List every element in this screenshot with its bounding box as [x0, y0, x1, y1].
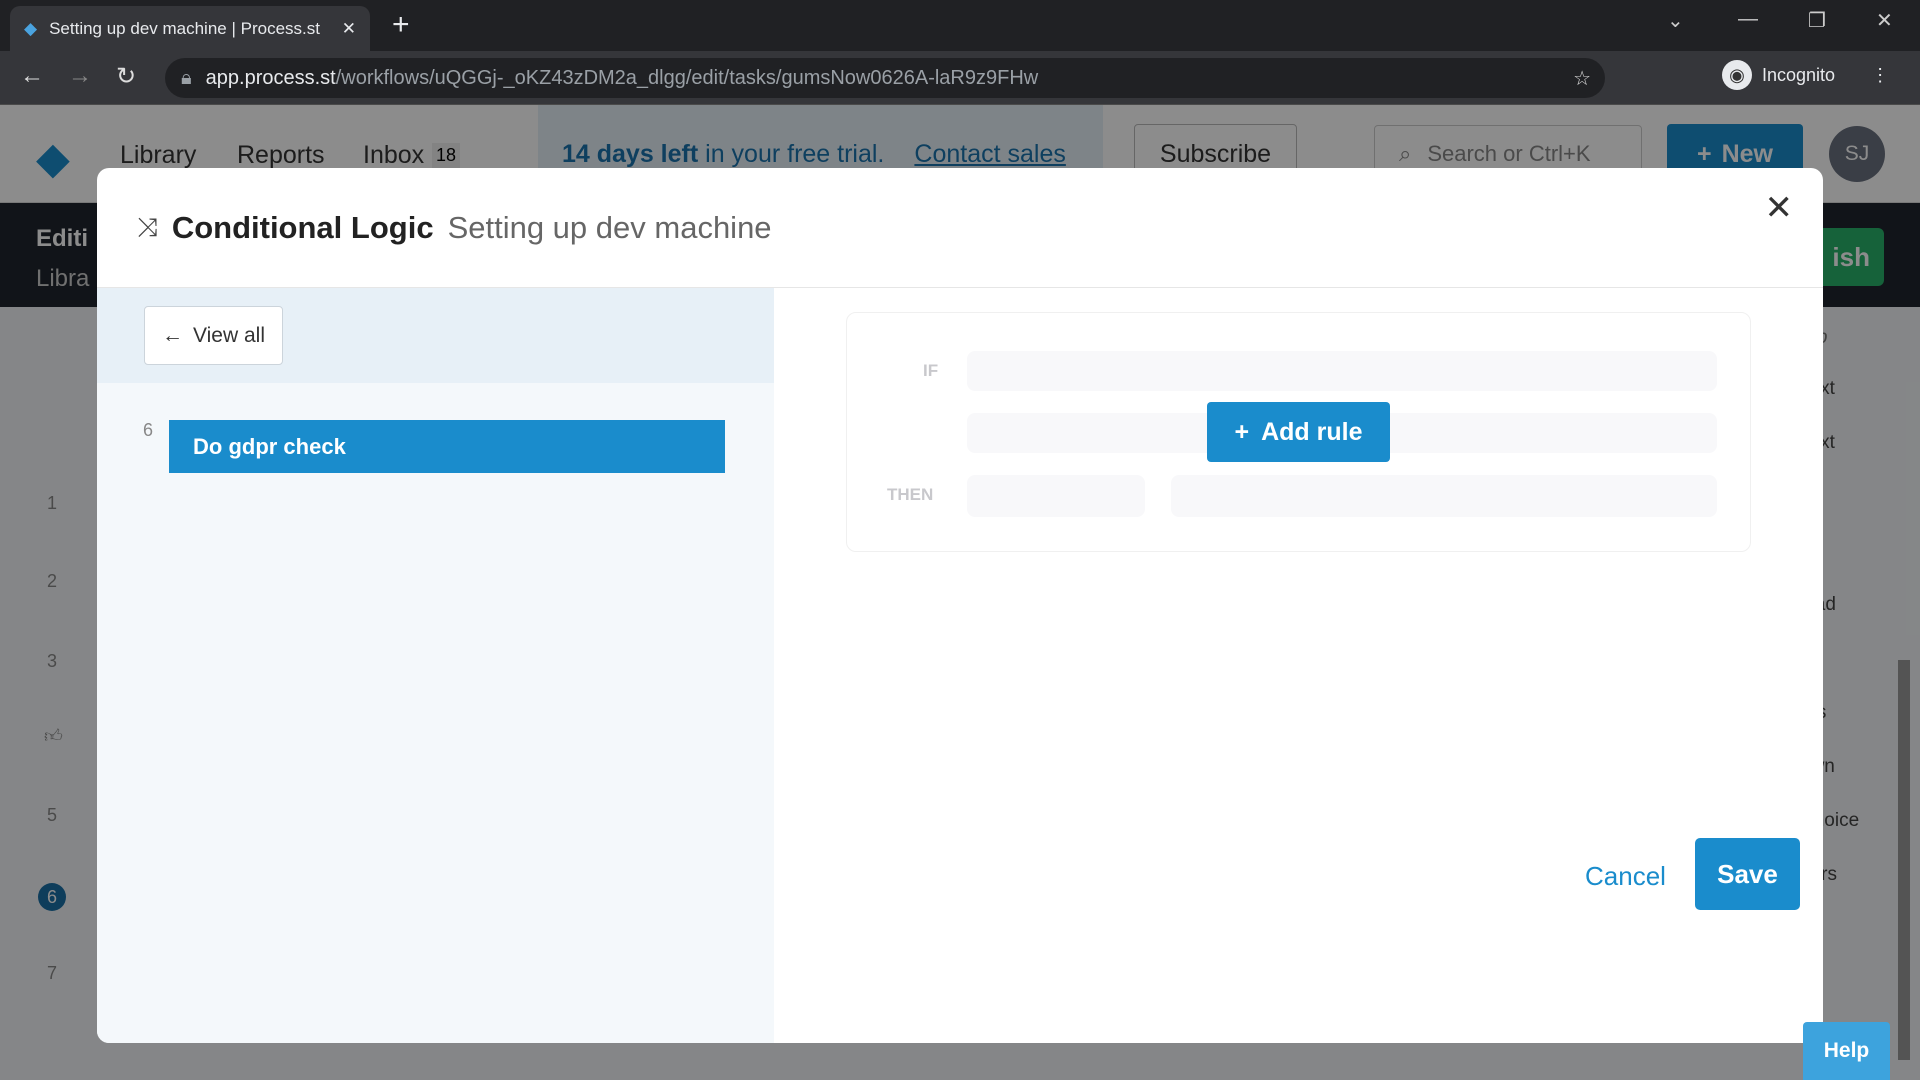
back-icon[interactable]: ←: [20, 62, 44, 91]
profile-label: Incognito: [1762, 64, 1836, 85]
forward-icon[interactable]: →: [68, 62, 92, 91]
add-rule-label: Add rule: [1261, 417, 1363, 446]
incognito-icon: ◉: [1722, 60, 1752, 90]
modal-title: Conditional Logic: [171, 209, 434, 245]
then-label: THEN: [887, 485, 934, 504]
menu-icon[interactable]: ⋮: [1871, 65, 1889, 86]
help-button[interactable]: Help: [1803, 1022, 1890, 1080]
url-host: app.process.st: [205, 66, 336, 89]
restore-icon[interactable]: ❐: [1808, 8, 1826, 33]
close-tab-icon[interactable]: ✕: [342, 19, 356, 39]
save-button[interactable]: Save: [1695, 838, 1800, 910]
close-window-icon[interactable]: ✕: [1876, 8, 1893, 33]
modal-header: ⤨ Conditional Logic Setting up dev machi…: [97, 168, 1823, 288]
task-item-selected[interactable]: Do gdpr check: [169, 420, 725, 473]
new-tab-button[interactable]: +: [392, 8, 410, 42]
cancel-button[interactable]: Cancel: [1585, 861, 1666, 892]
browser-nav: ← → ↻: [20, 62, 136, 91]
close-icon[interactable]: ✕: [1765, 188, 1794, 228]
task-list-toolbar: ← View all: [97, 288, 774, 383]
if-placeholder: [967, 351, 1717, 391]
incognito-indicator[interactable]: ◉ Incognito ⋮: [1722, 60, 1889, 90]
task-number: 6: [143, 420, 154, 440]
process-st-favicon-icon: ◆: [24, 18, 38, 38]
tab-search-icon[interactable]: ⌄: [1667, 8, 1684, 33]
then-action-placeholder: [967, 475, 1145, 517]
url-path: /workflows/uQGGj-_oKZ43zDM2a_dlgg/edit/t…: [335, 66, 1039, 89]
modal-subtitle: Setting up dev machine: [447, 209, 772, 245]
reload-icon[interactable]: ↻: [116, 62, 136, 91]
view-all-label: View all: [193, 323, 265, 347]
browser-tab[interactable]: ◆ Setting up dev machine | Process.st ✕: [10, 6, 370, 51]
arrow-left-icon: ←: [162, 323, 183, 347]
add-rule-button[interactable]: + Add rule: [1207, 402, 1390, 462]
minimize-icon[interactable]: —: [1738, 8, 1758, 31]
task-list-panel: ← View all 6 Do gdpr check: [97, 288, 774, 1043]
view-all-button[interactable]: ← View all: [144, 306, 283, 365]
url-input[interactable]: 🔒︎ app.process.st/workflows/uQGGj-_oKZ43…: [165, 58, 1605, 98]
conditional-logic-modal: ⤨ Conditional Logic Setting up dev machi…: [97, 168, 1823, 1043]
if-label: IF: [923, 361, 939, 380]
lock-icon: 🔒︎: [181, 66, 192, 89]
plus-icon: +: [1234, 417, 1250, 446]
tab-title: Setting up dev machine | Process.st: [49, 18, 320, 38]
then-target-placeholder: [1171, 475, 1717, 517]
star-icon[interactable]: ☆: [1573, 66, 1591, 91]
shuffle-icon: ⤨: [137, 211, 158, 242]
browser-tab-bar: ◆ Setting up dev machine | Process.st ✕ …: [0, 0, 1920, 51]
